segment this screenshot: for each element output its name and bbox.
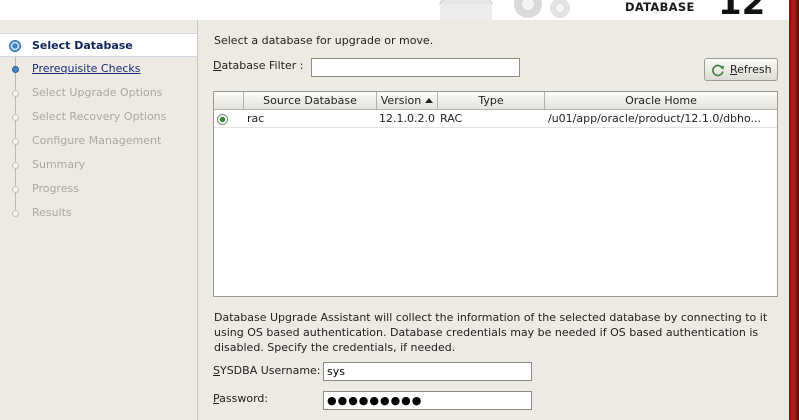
nav-item-select-upgrade-options: Select Upgrade Options <box>0 81 197 105</box>
sysdba-username-label: SYSDBA Username: <box>213 364 321 377</box>
nav-item-select-recovery-options: Select Recovery Options <box>0 105 197 129</box>
instruction-text: Select a database for upgrade or move. <box>214 34 434 47</box>
step-available-icon <box>12 66 19 73</box>
password-input[interactable] <box>323 391 532 410</box>
step-pending-icon <box>12 186 19 193</box>
nav-item-select-database[interactable]: Select Database <box>0 33 197 57</box>
nav-item-label: Prerequisite Checks <box>32 62 141 75</box>
info-text: Database Upgrade Assistant will collect … <box>214 311 768 354</box>
nav-item-label: Results <box>32 206 72 219</box>
nav-item-label: Progress <box>32 182 79 195</box>
cell-version: 12.1.0.2.0 <box>379 112 435 125</box>
column-header-label: Oracle Home <box>625 94 697 107</box>
nav-item-label: Summary <box>32 158 86 171</box>
step-pending-icon <box>12 90 19 97</box>
database-filter-input[interactable] <box>311 58 520 77</box>
nav-item-label: Configure Management <box>32 134 162 147</box>
window-edge <box>789 0 799 420</box>
column-header-oracle-home[interactable]: Oracle Home <box>545 92 777 110</box>
column-header-select <box>214 92 244 110</box>
sysdba-username-input[interactable] <box>323 362 532 381</box>
database-filter-label: Database Filter : <box>213 59 303 72</box>
nav-item-summary: Summary <box>0 153 197 177</box>
sort-ascending-icon <box>425 98 434 103</box>
password-label-text: assword: <box>219 392 269 405</box>
cell-oracle-home: /u01/app/oracle/product/12.1.0/dbho... <box>548 112 762 125</box>
refresh-button[interactable]: Refresh <box>704 58 778 81</box>
nav-item-label: Select Upgrade Options <box>32 86 163 99</box>
database-table: Source Database Version Type Oracle Home… <box>213 91 778 297</box>
nav-item-label: Select Recovery Options <box>32 110 167 123</box>
step-pending-icon <box>12 138 19 145</box>
cell-source-database: rac <box>247 112 265 125</box>
username-label-text: YSDBA Username: <box>219 364 321 377</box>
refresh-icon <box>712 64 724 77</box>
step-pending-icon <box>12 210 19 217</box>
nav-item-results: Results <box>0 201 197 225</box>
username-mnemonic: S <box>213 364 220 377</box>
nav-item-progress: Progress <box>0 177 197 201</box>
refresh-label: Refresh <box>730 63 772 76</box>
filter-label-text: atabase Filter : <box>221 59 304 72</box>
column-header-label: Version <box>380 94 422 107</box>
row-select-radio[interactable] <box>217 114 228 125</box>
nav-item-configure-management: Configure Management <box>0 129 197 153</box>
brand-word: DATABASE <box>625 0 695 14</box>
brand-version: 12 <box>718 0 766 20</box>
header-banner: DATABASE 12 <box>0 0 799 20</box>
database-graphic-icon <box>439 0 570 20</box>
step-pending-icon <box>12 162 19 169</box>
column-header-version[interactable]: Version <box>377 92 438 110</box>
password-label: Password: <box>213 392 268 405</box>
column-header-source-database[interactable]: Source Database <box>244 92 377 110</box>
nav-item-label: Select Database <box>32 39 133 52</box>
refresh-label-text: efresh <box>737 63 772 76</box>
nav-item-prerequisite-checks[interactable]: Prerequisite Checks <box>0 57 197 81</box>
step-pending-icon <box>12 114 19 121</box>
main-panel: Select a database for upgrade or move. D… <box>199 20 789 420</box>
step-current-icon <box>10 41 20 51</box>
step-navigation: Select Database Prerequisite Checks Sele… <box>0 20 198 420</box>
cell-type: RAC <box>440 112 463 125</box>
column-header-type[interactable]: Type <box>438 92 545 110</box>
column-header-label: Source Database <box>263 94 357 107</box>
column-header-label: Type <box>478 94 504 107</box>
